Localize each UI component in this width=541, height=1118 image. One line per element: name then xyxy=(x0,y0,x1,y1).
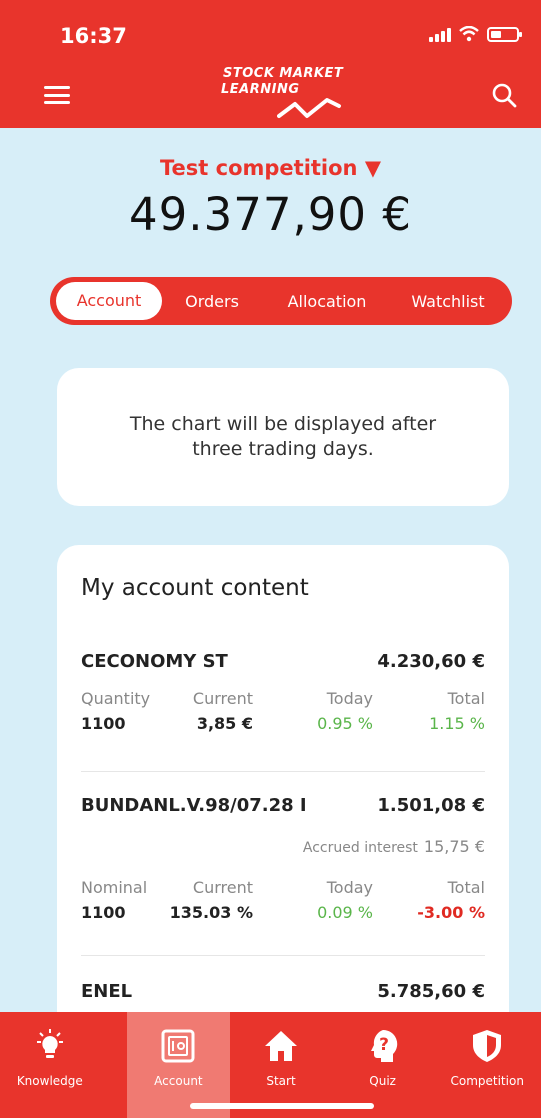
safe-icon xyxy=(161,1029,195,1063)
nav-competition[interactable]: Competition xyxy=(433,1012,541,1118)
question-head-icon: ? xyxy=(370,1029,397,1062)
wifi-icon xyxy=(459,26,479,42)
accrued-interest-value: 15,75 € xyxy=(423,837,485,856)
tab-watchlist[interactable]: Watchlist xyxy=(392,292,504,311)
svg-text:?: ? xyxy=(379,1035,389,1055)
label-current: Current xyxy=(192,689,253,708)
nav-knowledge[interactable]: Knowledge xyxy=(0,1012,100,1118)
home-icon xyxy=(265,1031,297,1061)
divider xyxy=(81,771,485,772)
app-header: 16:37 STOCK MARKET LEARNING xyxy=(0,0,541,128)
competition-selector[interactable]: Test competition ▼ xyxy=(0,156,541,180)
nav-label: Competition xyxy=(450,1074,524,1088)
label-total: Total xyxy=(447,878,485,897)
label-nominal: Nominal xyxy=(81,878,148,897)
divider xyxy=(81,955,485,956)
label-today: Today xyxy=(326,878,373,897)
holding-value: 1.501,08 € xyxy=(377,795,485,816)
nav-label: Knowledge xyxy=(16,1074,83,1088)
holding-quantity: 1100 xyxy=(81,714,126,733)
label-total: Total xyxy=(447,689,485,708)
holding-total-change: 1.15 % xyxy=(429,714,485,733)
status-time: 16:37 xyxy=(60,24,127,48)
accrued-interest: Accrued interest 15,75 € xyxy=(303,837,485,856)
holding-current: 135.03 % xyxy=(169,903,253,922)
holding-value: 5.785,60 € xyxy=(377,981,485,1002)
nav-label: Start xyxy=(266,1074,296,1088)
chart-card: The chart will be displayed after three … xyxy=(57,368,509,506)
account-tabs: Account Orders Allocation Watchlist xyxy=(50,277,512,325)
holding-value: 4.230,60 € xyxy=(377,651,485,672)
tab-orders[interactable]: Orders xyxy=(162,292,262,311)
chart-placeholder-message: The chart will be displayed after three … xyxy=(129,413,437,460)
logo-line-1: STOCK MARKET xyxy=(223,66,344,81)
holding-row[interactable]: CECONOMY ST 4.230,60 € Quantity Current … xyxy=(81,651,485,733)
shield-icon xyxy=(473,1030,502,1062)
logo-chart-line-icon xyxy=(277,98,341,118)
holding-nominal: 1100 xyxy=(81,903,126,922)
account-content-title: My account content xyxy=(81,575,309,601)
tab-account[interactable]: Account xyxy=(56,282,162,320)
account-content-card: My account content CECONOMY ST 4.230,60 … xyxy=(57,545,509,1065)
holding-current: 3,85 € xyxy=(196,714,253,733)
account-balance: 49.377,90 € xyxy=(129,188,412,241)
battery-icon xyxy=(487,26,522,42)
holding-row[interactable]: ENEL 5.785,60 € xyxy=(81,981,485,1002)
status-icons xyxy=(429,26,522,42)
search-icon[interactable] xyxy=(491,82,517,108)
holding-row[interactable]: BUNDANL.V.98/07.28 I 1.501,08 € Accrued … xyxy=(81,795,485,922)
home-indicator[interactable] xyxy=(190,1103,374,1109)
accrued-interest-label: Accrued interest xyxy=(302,840,418,856)
nav-label: Quiz xyxy=(369,1074,396,1088)
label-quantity: Quantity xyxy=(81,689,151,708)
lightbulb-icon xyxy=(36,1029,63,1058)
cellular-signal-icon xyxy=(429,26,451,42)
nav-label: Account xyxy=(154,1074,203,1088)
holding-today-change: 0.95 % xyxy=(317,714,373,733)
label-today: Today xyxy=(326,689,373,708)
holding-today-change: 0.09 % xyxy=(317,903,373,922)
hamburger-menu-icon[interactable] xyxy=(44,86,70,104)
tab-allocation[interactable]: Allocation xyxy=(262,292,392,311)
app-logo: STOCK MARKET LEARNING xyxy=(205,66,355,126)
holding-total-change: -3.00 % xyxy=(417,903,485,922)
label-current: Current xyxy=(192,878,253,897)
